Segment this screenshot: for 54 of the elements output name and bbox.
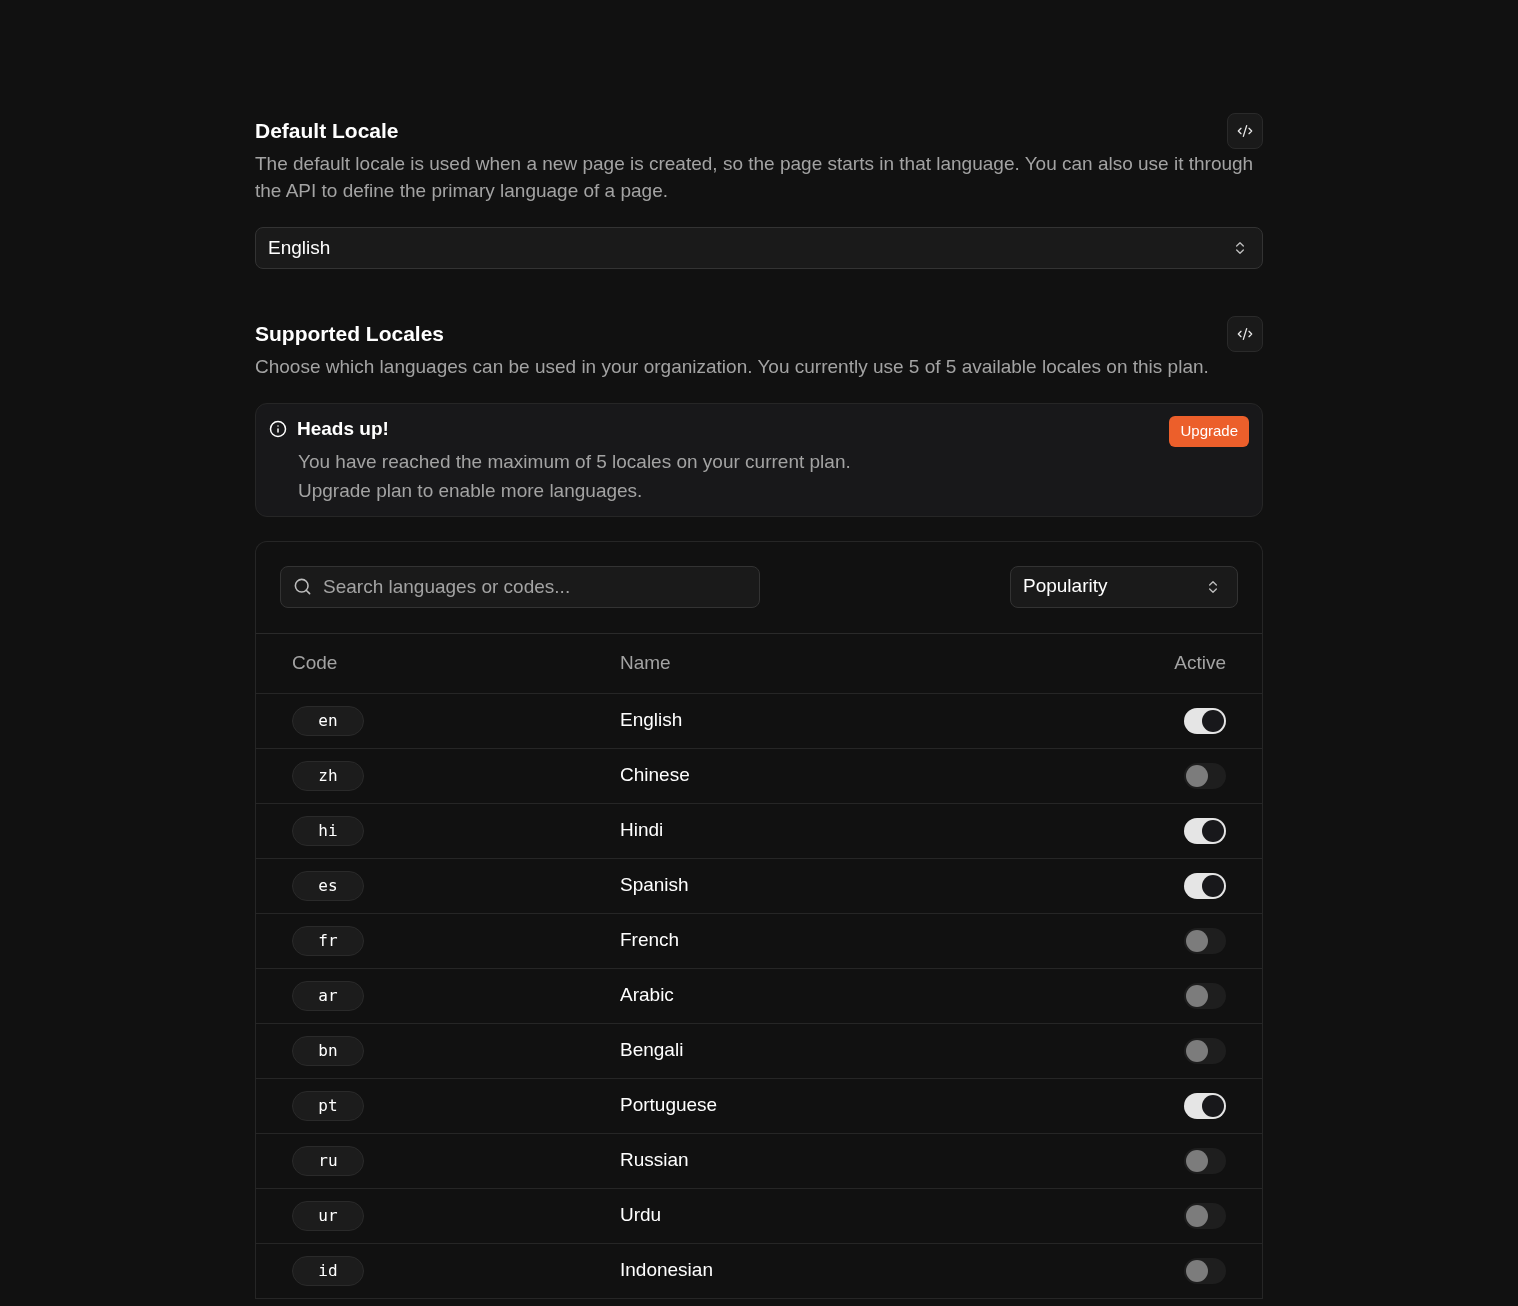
code-button[interactable] [1227, 316, 1263, 352]
select-value: Popularity [1023, 574, 1108, 599]
toggle-switch[interactable] [1184, 1037, 1226, 1064]
language-name: Bengali [620, 1038, 684, 1063]
code-badge: ur [292, 1200, 364, 1231]
toggle-switch[interactable] [1184, 982, 1226, 1009]
section-title: Default Locale [255, 118, 399, 145]
search-field[interactable]: Search languages or codes... [280, 565, 760, 608]
info-icon [269, 420, 287, 439]
toggle-switch[interactable] [1184, 1092, 1226, 1119]
toggle-switch[interactable] [1184, 762, 1226, 789]
code-badge: pt [292, 1090, 364, 1121]
language-name: Hindi [620, 818, 664, 843]
column-header: Code [292, 650, 338, 675]
alert-title: Heads up! [297, 417, 389, 441]
language-name: Portuguese [620, 1093, 718, 1118]
toggle-switch[interactable] [1184, 1147, 1226, 1174]
code-badge: fr [292, 925, 364, 956]
language-name: Urdu [620, 1203, 662, 1228]
section-description: Choose which languages can be used in your organization. You currently use 5 of 5 available locales on this plan. [255, 355, 1210, 379]
alert-text: Upgrade plan to enable more languages. [298, 478, 643, 503]
language-name: Russian [620, 1148, 689, 1173]
section-description: The default locale is used when a new page is created, so the page starts in that language. You can also use it through the API to define the primary language of a page. [255, 152, 1255, 203]
code-badge: ar [292, 980, 364, 1011]
code-badge: ru [292, 1145, 364, 1176]
toggle-switch[interactable] [1184, 927, 1226, 954]
toggle-switch[interactable] [1184, 707, 1226, 734]
code-badge: id [292, 1255, 364, 1286]
code-badge: bn [292, 1035, 364, 1066]
toggle-switch[interactable] [1184, 872, 1226, 899]
code-button[interactable] [1227, 113, 1263, 149]
language-name: Spanish [620, 873, 689, 898]
sort-select[interactable]: Popularity [1010, 565, 1238, 608]
code-badge: es [292, 870, 364, 901]
column-header: Name [620, 650, 671, 675]
toggle-switch[interactable] [1184, 817, 1226, 844]
toggle-switch[interactable] [1184, 1202, 1226, 1229]
code-icon [1237, 123, 1253, 139]
alert-text: You have reached the maximum of 5 locales on your current plan. [298, 449, 851, 474]
code-badge: en [292, 705, 364, 736]
language-name: French [620, 928, 680, 953]
language-name: Chinese [620, 763, 690, 788]
search-icon [293, 576, 312, 596]
select-value: English [268, 235, 331, 260]
code-badge: zh [292, 760, 364, 791]
code-icon [1237, 326, 1253, 342]
language-name: Indonesian [620, 1258, 713, 1283]
section-title: Supported Locales [255, 321, 445, 348]
code-badge: hi [292, 815, 364, 846]
column-header: Active [1174, 650, 1226, 675]
toggle-switch[interactable] [1184, 1257, 1226, 1284]
language-name: English [620, 708, 683, 733]
language-name: Arabic [620, 983, 674, 1008]
locale-select[interactable]: English [255, 227, 1263, 269]
